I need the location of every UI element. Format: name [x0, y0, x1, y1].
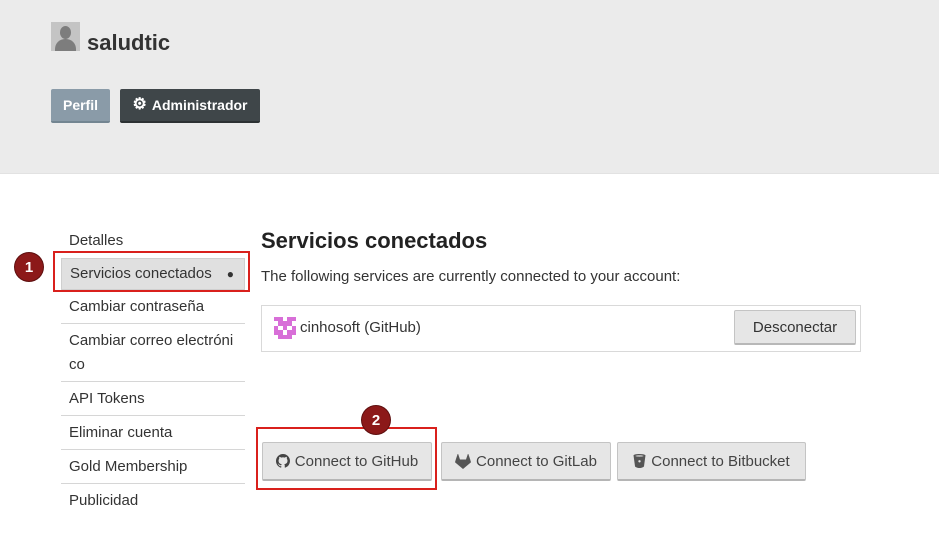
annotation-badge-2: 2: [362, 406, 390, 434]
connect-gitlab-label: Connect to GitLab: [476, 452, 597, 470]
sidebar-item-change-email[interactable]: Cambiar correo electróni co: [61, 324, 245, 382]
connect-bitbucket-button[interactable]: Connect to Bitbucket: [617, 442, 806, 481]
sidebar-item-gold-membership[interactable]: Gold Membership: [61, 450, 245, 484]
annotation-badge-1: 1: [15, 253, 43, 281]
administrator-button-label: Administrador: [151, 97, 248, 113]
profile-button[interactable]: Perfil: [51, 89, 110, 123]
avatar: [51, 22, 80, 51]
administrator-button[interactable]: ⚙ Administrador: [120, 89, 260, 123]
page-description: The following services are currently con…: [261, 268, 681, 285]
disconnect-button[interactable]: Desconectar: [734, 310, 856, 345]
connected-service-name: cinhosoft (GitHub): [300, 319, 421, 336]
annotation-highlight-1: [53, 251, 250, 292]
username: saludtic: [87, 30, 171, 55]
bitbucket-icon: [633, 454, 646, 468]
sidebar-item-change-password[interactable]: Cambiar contraseña: [61, 290, 245, 324]
profile-header: saludtic Perfil ⚙ Administrador: [0, 0, 939, 174]
connect-gitlab-button[interactable]: Connect to GitLab: [441, 442, 611, 481]
annotation-highlight-2: [256, 427, 437, 490]
sidebar-item-delete-account[interactable]: Eliminar cuenta: [61, 416, 245, 450]
identicon-icon: [274, 317, 296, 339]
gitlab-icon: [455, 453, 471, 469]
connected-service-row: cinhosoft (GitHub) Desconectar: [261, 305, 861, 352]
sidebar-item-api-tokens[interactable]: API Tokens: [61, 382, 245, 416]
sidebar-item-advertising[interactable]: Publicidad: [61, 484, 245, 518]
page-title: Servicios conectados: [261, 228, 488, 253]
gear-icon: ⚙: [132, 96, 147, 113]
connect-bitbucket-label: Connect to Bitbucket: [651, 452, 790, 470]
